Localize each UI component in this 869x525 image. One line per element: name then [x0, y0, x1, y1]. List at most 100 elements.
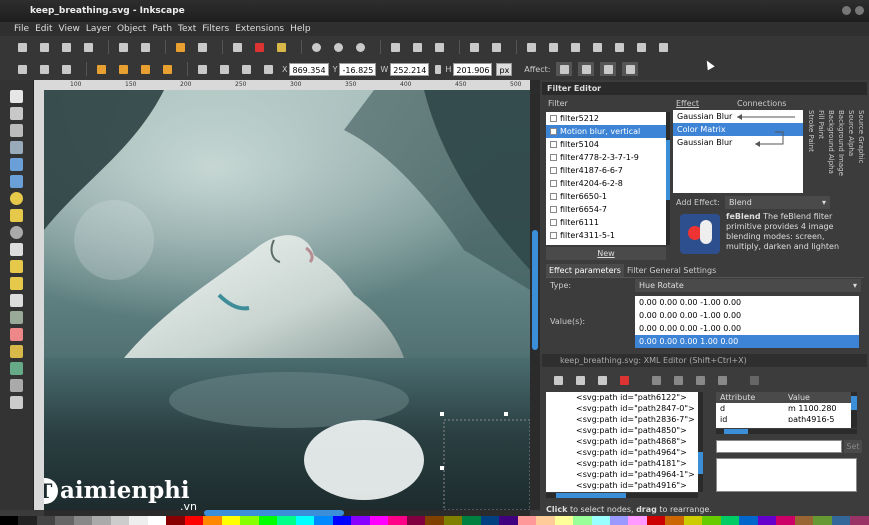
matrix-row-selected[interactable]: 0.00 0.00 0.00 1.00 0.00: [635, 335, 859, 348]
effect-column-header[interactable]: Effect: [676, 99, 699, 108]
color-palette[interactable]: [0, 516, 869, 525]
input-source-graphic[interactable]: Source Graphic: [857, 110, 865, 193]
filter-item[interactable]: filter4204-6-2-8: [546, 177, 666, 190]
filter-checkbox[interactable]: [550, 193, 557, 200]
palette-swatch[interactable]: [831, 516, 851, 525]
palette-swatch[interactable]: [462, 516, 481, 525]
set-button[interactable]: Set: [844, 440, 862, 453]
matrix-row[interactable]: 0.00 0.00 0.00 -1.00 0.00: [635, 296, 859, 309]
drawing-canvas[interactable]: T aimienphi .vn: [44, 90, 530, 510]
save-icon[interactable]: [58, 40, 74, 54]
filter-list-scrollbar[interactable]: [666, 112, 670, 245]
menu-file[interactable]: File: [14, 22, 29, 36]
filter-checkbox[interactable]: [550, 167, 557, 174]
pencil-tool-icon[interactable]: [10, 243, 23, 256]
text-font-icon[interactable]: [545, 40, 561, 54]
input-source-alpha[interactable]: Source Alpha: [847, 110, 855, 193]
palette-swatch[interactable]: [757, 516, 777, 525]
filter-item[interactable]: filter5104: [546, 138, 666, 151]
attribute-table[interactable]: Attribute Value d m 1100.280 id path4916…: [716, 392, 851, 428]
connections-column-header[interactable]: Connections: [737, 99, 786, 108]
filter-checkbox[interactable]: [550, 115, 557, 122]
print-icon[interactable]: [80, 40, 96, 54]
palette-swatch[interactable]: [203, 516, 222, 525]
filter-checkbox[interactable]: [550, 128, 557, 135]
palette-swatch[interactable]: [147, 516, 167, 525]
redo-icon[interactable]: [194, 40, 210, 54]
type-select[interactable]: Hue Rotate ▾: [635, 279, 861, 292]
new-document-icon[interactable]: [14, 40, 30, 54]
filter-checkbox[interactable]: [550, 219, 557, 226]
rectangle-tool-icon[interactable]: [10, 158, 23, 171]
palette-swatch[interactable]: [628, 516, 647, 525]
attribute-hscrollbar[interactable]: [716, 429, 857, 434]
palette-swatch[interactable]: [129, 516, 148, 525]
attribute-name-input[interactable]: [716, 440, 842, 453]
filter-checkbox[interactable]: [550, 206, 557, 213]
tweak-tool-icon[interactable]: [10, 124, 23, 137]
filter-checkbox[interactable]: [550, 141, 557, 148]
palette-swatch[interactable]: [499, 516, 518, 525]
palette-swatch[interactable]: [92, 516, 111, 525]
palette-swatch[interactable]: [369, 516, 389, 525]
copy-icon[interactable]: [229, 40, 245, 54]
connector-tool-icon[interactable]: [10, 396, 23, 409]
filter-item[interactable]: filter6650-1: [546, 190, 666, 203]
xml-node[interactable]: <svg:path id="path4964-1">: [546, 469, 698, 480]
scroll-thumb[interactable]: [698, 452, 703, 474]
xml-node[interactable]: <svg:path id="path2836-7">: [546, 414, 698, 425]
text-tool-icon[interactable]: [10, 294, 23, 307]
xml-tree-hscrollbar[interactable]: [546, 493, 698, 498]
palette-swatch[interactable]: [0, 516, 19, 525]
palette-swatch[interactable]: [277, 516, 296, 525]
scroll-thumb[interactable]: [851, 396, 857, 410]
clone-icon[interactable]: [409, 40, 425, 54]
input-background-alpha[interactable]: Background Alpha: [827, 110, 835, 193]
scroll-thumb[interactable]: [724, 429, 748, 434]
palette-swatch[interactable]: [258, 516, 278, 525]
ellipse-tool-icon[interactable]: [10, 192, 23, 205]
palette-swatch[interactable]: [536, 516, 555, 525]
input-fill-paint[interactable]: Fill Paint: [817, 110, 825, 193]
menu-view[interactable]: View: [59, 22, 80, 36]
xml-node[interactable]: <svg:path id="path4964">: [546, 447, 698, 458]
preferences-icon[interactable]: [633, 40, 649, 54]
filter-checkbox[interactable]: [550, 232, 557, 239]
palette-swatch[interactable]: [184, 516, 204, 525]
delete-node-icon[interactable]: [616, 373, 632, 387]
zoom-page-icon[interactable]: [352, 40, 368, 54]
palette-swatch[interactable]: [388, 516, 407, 525]
raise-icon[interactable]: [216, 62, 232, 76]
selector-tool-icon[interactable]: [10, 90, 23, 103]
ungroup-icon[interactable]: [488, 40, 504, 54]
xml-node[interactable]: <svg:path id="path6122">: [546, 392, 698, 403]
xml-tree-scrollbar[interactable]: [698, 392, 703, 492]
palette-swatch[interactable]: [314, 516, 333, 525]
paint-bucket-tool-icon[interactable]: [10, 345, 23, 358]
import-icon[interactable]: [115, 40, 131, 54]
export-icon[interactable]: [137, 40, 153, 54]
raise-node-icon[interactable]: [692, 373, 708, 387]
palette-swatch[interactable]: [73, 516, 93, 525]
spiral-tool-icon[interactable]: [10, 226, 23, 239]
palette-swatch[interactable]: [609, 516, 629, 525]
attribute-value-textarea[interactable]: [716, 458, 857, 492]
h-input[interactable]: 201.906: [453, 62, 493, 76]
attribute-row[interactable]: id path4916-5: [716, 414, 851, 422]
filter-checkbox[interactable]: [550, 180, 557, 187]
palette-swatch[interactable]: [55, 516, 74, 525]
palette-swatch[interactable]: [813, 516, 832, 525]
palette-swatch[interactable]: [351, 516, 370, 525]
align-distribute-icon[interactable]: [611, 40, 627, 54]
lower-node-icon[interactable]: [714, 373, 730, 387]
matrix-row[interactable]: 0.00 0.00 0.00 -1.00 0.00: [635, 322, 859, 335]
filter-item[interactable]: filter5212: [546, 112, 666, 125]
tab-filter-general-settings[interactable]: Filter General Settings: [624, 264, 719, 277]
matrix-row[interactable]: 0.00 0.00 0.00 -1.00 0.00: [635, 309, 859, 322]
eraser-tool-icon[interactable]: [10, 328, 23, 341]
xml-node-tree[interactable]: <svg:path id="path6122"> <svg:path id="p…: [546, 392, 698, 492]
palette-swatch[interactable]: [36, 516, 56, 525]
canvas-vertical-scrollbar[interactable]: [530, 80, 540, 510]
effects-list[interactable]: Gaussian Blur Color Matrix Gaussian Blur: [673, 110, 803, 193]
minimize-icon[interactable]: [842, 6, 851, 15]
